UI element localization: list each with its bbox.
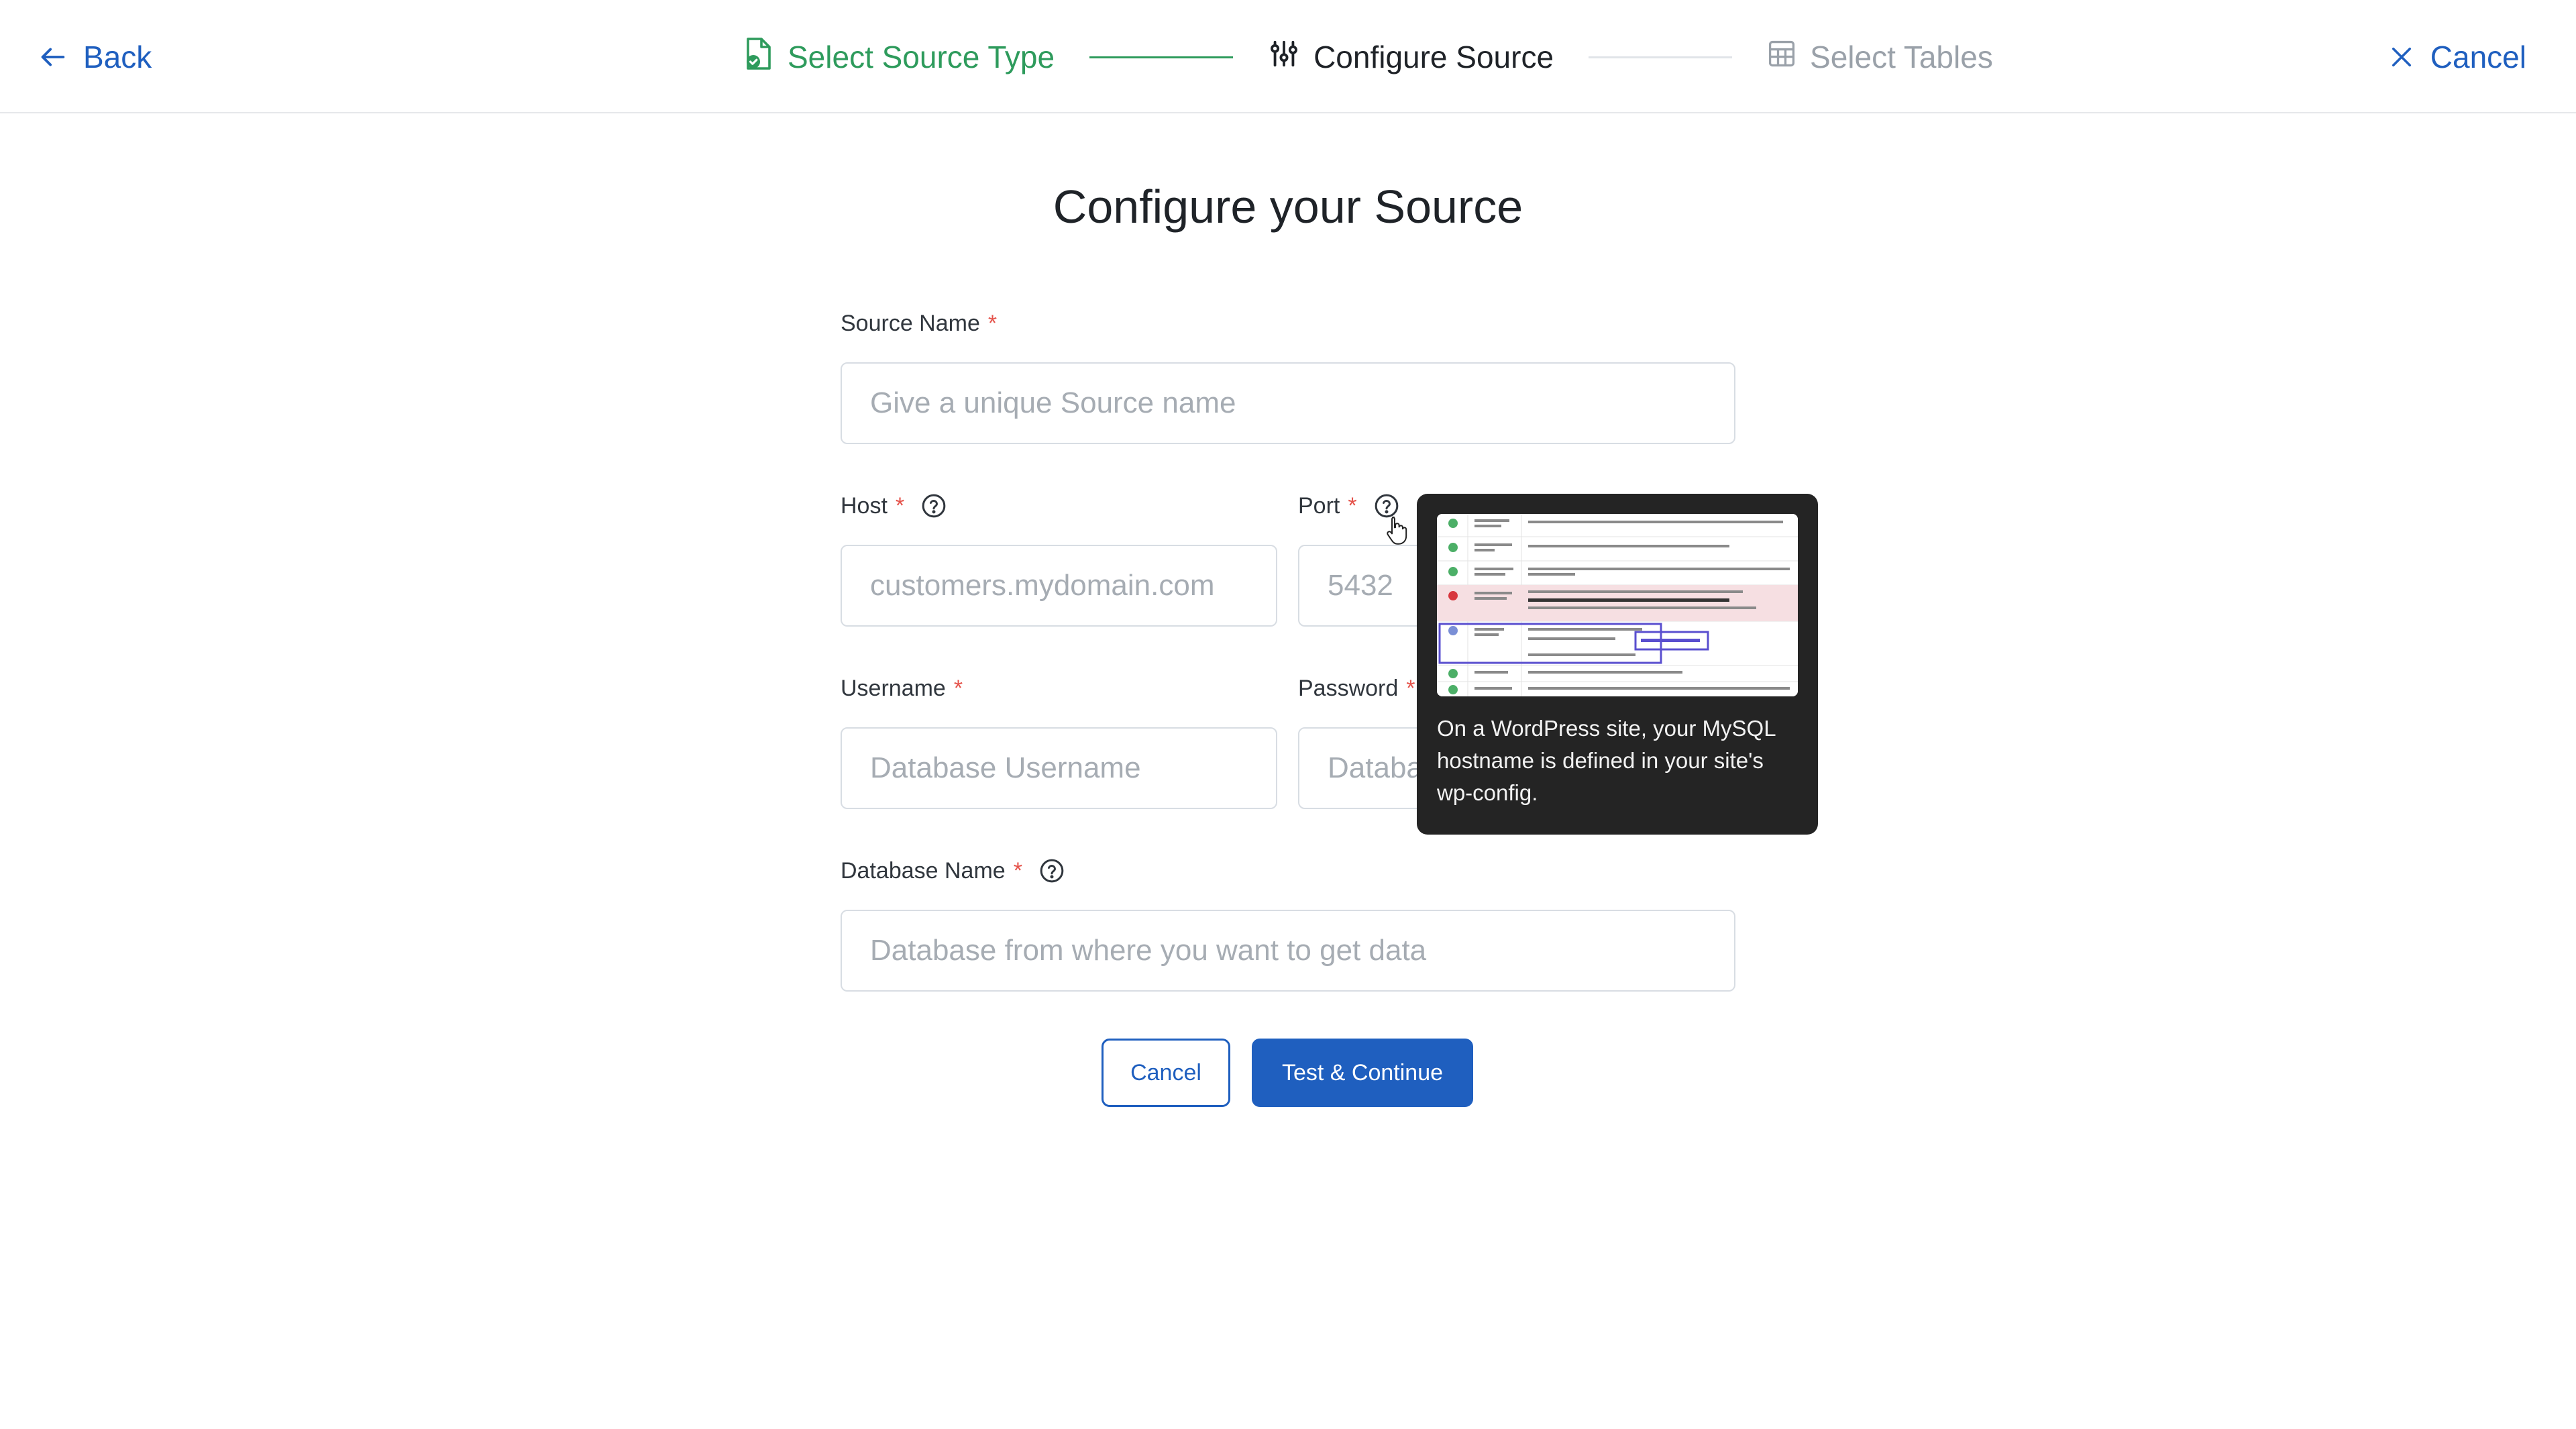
database-name-input[interactable] <box>841 910 1735 992</box>
stepper: Select Source Type Configure Source Sele… <box>743 36 1993 78</box>
back-button[interactable]: Back <box>38 36 152 78</box>
tooltip-text: On a WordPress site, your MySQL hostname… <box>1437 716 1776 805</box>
database-name-label: Database Name * <box>841 856 1065 886</box>
question-circle-icon[interactable] <box>912 492 947 519</box>
sliders-icon <box>1268 38 1300 76</box>
page-title: Configure your Source <box>1053 180 1523 233</box>
required-mark: * <box>1013 857 1022 884</box>
username-label: Username * <box>841 675 963 701</box>
source-name-input[interactable] <box>841 362 1735 444</box>
table-grid-icon <box>1767 39 1796 76</box>
back-label: Back <box>83 40 152 74</box>
dns-report-screenshot <box>1437 514 1798 696</box>
close-icon <box>2387 43 2416 71</box>
cancel-button[interactable]: Cancel <box>1102 1039 1230 1107</box>
required-mark: * <box>895 492 905 519</box>
port-label: Port * <box>1298 491 1400 521</box>
source-name-label: Source Name * <box>841 310 998 336</box>
step-label: Configure Source <box>1313 40 1554 74</box>
cancel-top-button[interactable]: Cancel <box>2387 36 2526 78</box>
step-connector <box>1589 56 1733 58</box>
top-bar: Back Select Source Type Configure Source… <box>0 0 2576 113</box>
step-label: Select Tables <box>1810 40 1993 74</box>
hand-pointer-icon <box>1386 515 1409 548</box>
file-check-icon <box>743 36 774 78</box>
step-select-source-type[interactable]: Select Source Type <box>743 36 1055 78</box>
step-select-tables[interactable]: Select Tables <box>1767 39 1993 76</box>
dns-report-illustration <box>1437 514 1798 696</box>
cancel-label: Cancel <box>2430 40 2526 74</box>
required-mark: * <box>987 310 998 336</box>
question-circle-icon[interactable] <box>1030 857 1065 884</box>
step-connector <box>1089 56 1234 58</box>
password-label: Password * <box>1298 675 1415 701</box>
required-mark: * <box>1348 492 1357 519</box>
required-mark: * <box>953 675 963 701</box>
test-continue-button[interactable]: Test & Continue <box>1252 1039 1473 1107</box>
step-configure-source[interactable]: Configure Source <box>1268 38 1554 76</box>
required-mark: * <box>1406 675 1415 701</box>
host-input[interactable] <box>841 545 1277 627</box>
help-tooltip: On a WordPress site, your MySQL hostname… <box>1417 494 1818 835</box>
host-label: Host * <box>841 491 947 521</box>
arrow-left-icon <box>38 42 68 72</box>
step-label: Select Source Type <box>788 40 1055 74</box>
username-input[interactable] <box>841 727 1277 809</box>
